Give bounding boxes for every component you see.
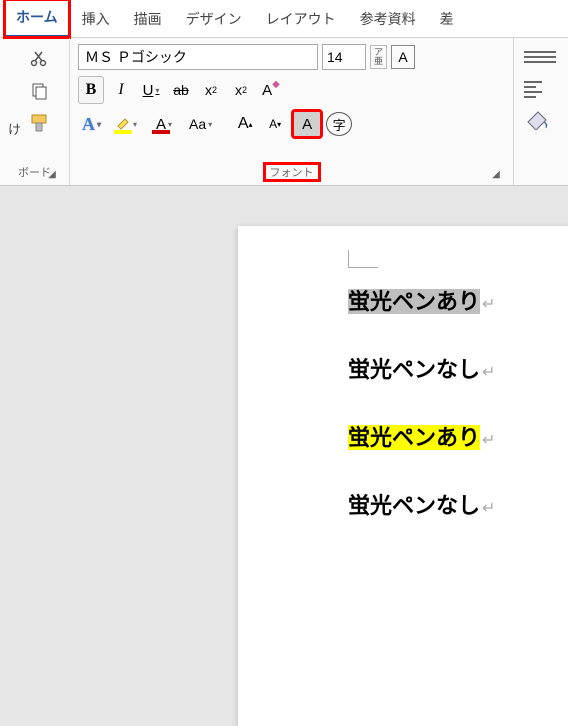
shrink-font-button[interactable]: A▾ [262,110,288,138]
format-painter-icon[interactable] [29,112,51,134]
character-border-button[interactable]: A [391,45,415,69]
superscript-button[interactable]: x2 [228,76,254,104]
paint-bucket-icon [524,110,550,130]
paste-label-fragment: け [8,44,21,138]
font-launcher-icon[interactable]: ◢ [489,167,503,181]
return-mark-icon: ↵ [482,432,495,449]
font-row-2: B I U▾ ab x2 x2 A◆ [78,76,505,104]
phonetic-bottom: 亜 [374,57,383,66]
change-case-button[interactable]: Aa▾ [185,110,216,138]
highlight-swatch [114,130,132,134]
character-shading-button[interactable]: A [292,110,322,138]
underline-button[interactable]: U▾ [138,76,164,104]
font-color-button[interactable]: A ▾ [147,110,181,138]
font-size-input[interactable] [322,44,366,70]
tab-design[interactable]: デザイン [174,1,254,37]
copy-icon[interactable] [29,80,51,102]
tab-layout[interactable]: レイアウト [254,1,348,37]
tab-home[interactable]: ホーム [4,0,70,38]
return-mark-icon: ↵ [482,296,495,313]
align-button[interactable] [524,78,552,100]
ribbon-body: け ボード ◢ ア 亜 [0,38,568,186]
tab-references[interactable]: 参考資料 [348,1,428,37]
group-font: ア 亜 A B I U▾ ab x2 x2 A◆ A▾ ▾ A ▾ [70,38,514,185]
bold-button[interactable]: B [78,76,104,104]
ribbon-tabs: ホーム 挿入 描画 デザイン レイアウト 参考資料 差 [0,0,568,38]
document-page[interactable]: 蛍光ペンあり↵ 蛍光ペンなし↵ 蛍光ペンあり↵ 蛍光ペンなし↵ [238,226,568,726]
grow-font-button[interactable]: A▴ [232,110,258,138]
italic-button[interactable]: I [108,76,134,104]
return-mark-icon: ↵ [482,500,495,517]
doc-line-4[interactable]: 蛍光ペンなし↵ [348,488,495,520]
tab-draw[interactable]: 描画 [122,1,174,37]
shading-fill-button[interactable] [524,110,552,132]
doc-line-1[interactable]: 蛍光ペンあり↵ [348,284,495,316]
clipboard-launcher-icon[interactable]: ◢ [45,167,59,181]
subscript-button[interactable]: x2 [198,76,224,104]
return-mark-icon: ↵ [482,364,495,381]
font-row-3: A▾ ▾ A ▾ Aa▾ A▴ A▾ A 字 [78,110,505,138]
ruler-corner-icon [348,250,378,268]
group-clipboard: け ボード ◢ [0,38,70,185]
font-row-1: ア 亜 A [78,44,505,70]
bullets-button[interactable] [524,46,552,68]
font-group-label: フォント [264,163,320,181]
doc-line-2[interactable]: 蛍光ペンなし↵ [348,352,495,384]
font-name-input[interactable] [78,44,318,70]
clear-formatting-button[interactable]: A◆ [258,76,284,104]
highlight-color-button[interactable]: ▾ [109,110,143,138]
strikethrough-button[interactable]: ab [168,76,194,104]
doc-line-3[interactable]: 蛍光ペンあり↵ [348,420,495,452]
tab-insert[interactable]: 挿入 [70,1,122,37]
tab-mailings[interactable]: 差 [428,1,466,37]
chevron-down-icon: ▾ [155,86,159,95]
font-color-swatch [152,130,170,134]
group-paragraph [514,38,568,185]
text-effects-button[interactable]: A▾ [78,110,105,138]
document-area: 蛍光ペンあり↵ 蛍光ペンなし↵ 蛍光ペンあり↵ 蛍光ペンなし↵ [0,186,568,577]
enclose-characters-button[interactable]: 字 [326,112,352,136]
cut-icon[interactable] [29,48,51,70]
phonetic-guide-button[interactable]: ア 亜 [370,45,387,69]
